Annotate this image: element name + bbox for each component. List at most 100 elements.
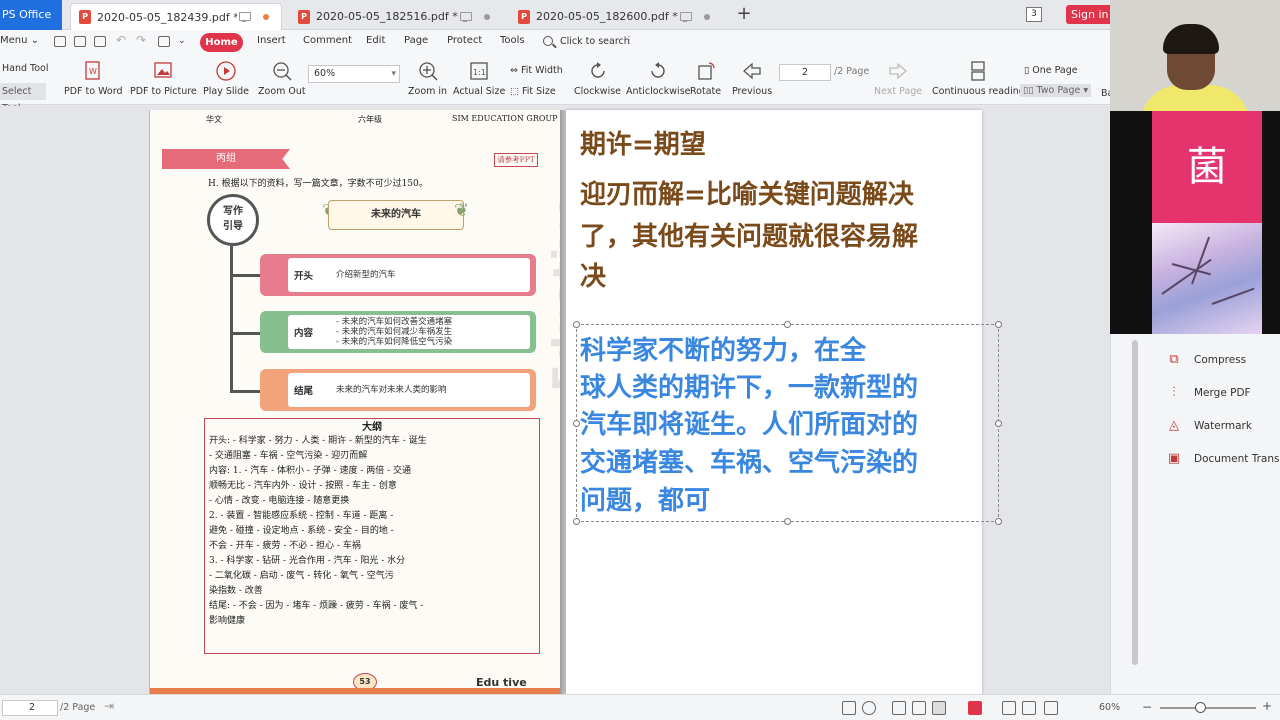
zoom-minus-icon[interactable]: − xyxy=(1142,700,1152,714)
print-icon[interactable] xyxy=(94,36,106,47)
previous-button[interactable]: Previous xyxy=(732,60,772,97)
tab-protect[interactable]: Protect xyxy=(447,35,482,46)
two-page-button[interactable]: ▯▯ Two Page ▾ xyxy=(1020,84,1092,97)
compress-label: Compress xyxy=(1194,354,1247,366)
continuous-reading-button[interactable]: Continuous reading xyxy=(932,60,1025,97)
one-page-button[interactable]: ▯ One Page xyxy=(1024,65,1078,76)
watermark-icon: ◬ xyxy=(1169,418,1179,433)
fit-width-button[interactable]: ⇔ Fit Width xyxy=(510,65,563,76)
opening-label: 开头 xyxy=(294,271,314,282)
zoom-plus-icon[interactable]: + xyxy=(1262,699,1272,713)
resize-handle[interactable] xyxy=(784,321,791,328)
zoom-in-button[interactable]: Zoom in xyxy=(408,60,447,97)
zoom-select[interactable]: 60% xyxy=(308,65,400,83)
save-icon[interactable] xyxy=(74,36,86,47)
clockwise-button[interactable]: Clockwise xyxy=(574,60,621,97)
play-slide-button[interactable]: Play Slide xyxy=(203,60,249,97)
essay-line[interactable]: 科学家不断的努力，在全 xyxy=(580,332,866,370)
participant-background-image[interactable] xyxy=(1152,223,1262,334)
resize-handle[interactable] xyxy=(573,420,580,427)
anticlockwise-button[interactable]: Anticlockwise xyxy=(626,60,691,97)
tab-comment[interactable]: Comment xyxy=(303,35,352,46)
doc-tab-1[interactable]: P 2020-05-05_182439.pdf * xyxy=(70,3,282,30)
doc-tab-2[interactable]: P 2020-05-05_182516.pdf * xyxy=(290,3,502,30)
undo-icon[interactable]: ↶ xyxy=(116,33,126,47)
new-tab-button[interactable]: + xyxy=(734,4,754,24)
zoom-out-button[interactable]: Zoom Out xyxy=(258,60,306,97)
participant-avatar[interactable]: 菌 xyxy=(1152,111,1262,223)
tree-branch xyxy=(230,274,260,277)
fit-width-icon[interactable] xyxy=(1022,701,1036,715)
monitor-icon[interactable] xyxy=(678,10,692,24)
tab-count-badge[interactable]: 3 xyxy=(1026,7,1042,22)
status-page-input[interactable]: 2 xyxy=(2,700,58,716)
unsaved-dot-icon[interactable] xyxy=(480,10,494,24)
monitor-icon[interactable] xyxy=(458,10,472,24)
zoom-in-label: Zoom in xyxy=(408,86,448,97)
resize-handle[interactable] xyxy=(573,321,580,328)
sign-in-button[interactable]: Sign in xyxy=(1066,5,1116,24)
fullscreen-icon[interactable] xyxy=(1044,701,1058,715)
participant-video[interactable] xyxy=(1110,0,1280,111)
page-number-input[interactable]: 2 xyxy=(779,64,831,81)
open-folder-icon[interactable] xyxy=(54,36,66,47)
zoom-slider[interactable] xyxy=(1160,707,1256,709)
next-page-button[interactable]: Next Page xyxy=(874,60,922,97)
pdf-to-word-button[interactable]: W PDF to Word xyxy=(64,60,123,97)
essay-line[interactable]: 交通堵塞、车祸、空气污染的 xyxy=(580,444,918,482)
tab-insert[interactable]: Insert xyxy=(257,35,286,46)
essay-line[interactable]: 球人类的期许下，一款新型的 xyxy=(580,369,918,407)
actual-size-button[interactable]: 1:1 Actual Size xyxy=(453,60,505,97)
tab-edit[interactable]: Edit xyxy=(366,35,385,46)
search-input[interactable]: Click to search xyxy=(560,36,630,47)
resize-handle[interactable] xyxy=(573,518,580,525)
single-page-view-icon[interactable] xyxy=(892,701,906,715)
unsaved-dot-icon[interactable] xyxy=(700,10,714,24)
watermark-button[interactable]: ◬ Watermark xyxy=(1166,418,1252,434)
fit-page-icon[interactable] xyxy=(1002,701,1016,715)
go-to-page-icon[interactable]: ⇥ xyxy=(104,699,114,713)
next-page-label: Next Page xyxy=(874,86,923,97)
monitor-icon[interactable] xyxy=(237,10,251,24)
more-options-icon[interactable]: ⋮ xyxy=(624,35,634,46)
definition-line: 迎刃而解=比喻关键问题解决 xyxy=(580,180,914,210)
zoom-slider-knob[interactable] xyxy=(1195,702,1206,713)
export-icon[interactable] xyxy=(842,701,856,715)
fit-size-button[interactable]: ⬚ Fit Size xyxy=(510,86,556,97)
chevron-down-icon[interactable]: ⌄ xyxy=(178,36,186,46)
resize-handle[interactable] xyxy=(784,518,791,525)
select-tool-button[interactable]: Select Tool xyxy=(0,83,46,114)
essay-line[interactable]: 问题，都可 xyxy=(580,482,710,520)
pdf-to-picture-icon xyxy=(154,62,173,78)
panel-scrollbar[interactable] xyxy=(1131,340,1139,690)
merge-pdf-button[interactable]: ⫶ Merge PDF xyxy=(1166,385,1250,401)
essay-title: 未来的汽车 xyxy=(328,200,464,230)
compress-button[interactable]: ⧉ Compress xyxy=(1166,352,1246,368)
essay-line[interactable]: 汽车即将诞生。人们所面对的 xyxy=(580,406,918,444)
resize-handle[interactable] xyxy=(995,420,1002,427)
scrollbar-thumb[interactable] xyxy=(1132,340,1138,665)
two-page-view-icon[interactable] xyxy=(932,701,946,715)
header-subject: 华文 xyxy=(206,115,222,124)
pdf-to-picture-button[interactable]: PDF to Picture xyxy=(130,60,197,97)
unsaved-dot-icon[interactable] xyxy=(259,10,273,24)
resize-handle[interactable] xyxy=(995,518,1002,525)
tab-page[interactable]: Page xyxy=(404,35,428,46)
doc-tab-3[interactable]: P 2020-05-05_182600.pdf * xyxy=(510,3,722,30)
customize-icon[interactable] xyxy=(158,36,170,47)
hand-tool-button[interactable]: Hand Tool xyxy=(0,63,49,74)
rotate-button[interactable]: Rotate xyxy=(690,60,721,97)
app-name[interactable]: PS Office xyxy=(0,0,62,30)
tab-tools[interactable]: Tools xyxy=(500,35,525,46)
eye-icon[interactable] xyxy=(862,701,876,715)
continuous-view-icon[interactable] xyxy=(912,701,926,715)
document-translate-button[interactable]: ▣ Document Translat xyxy=(1166,451,1280,467)
zoom-out-icon xyxy=(273,62,292,81)
play-icon[interactable] xyxy=(968,701,982,715)
search-icon[interactable] xyxy=(543,36,553,46)
tab-home[interactable]: Home xyxy=(200,33,243,52)
menu-button[interactable]: Menu ⌄ xyxy=(0,35,39,46)
resize-handle[interactable] xyxy=(995,321,1002,328)
play-icon xyxy=(216,61,236,81)
redo-icon[interactable]: ↷ xyxy=(136,33,146,47)
